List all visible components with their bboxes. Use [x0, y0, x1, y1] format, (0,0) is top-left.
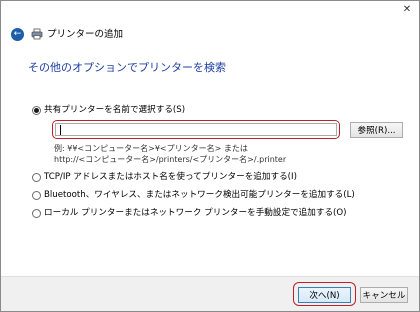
radio-selected-dot	[34, 108, 39, 113]
option-bluetooth-wireless-network[interactable]: Bluetooth、ワイヤレス、またはネットワーク検出可能プリンターを追加する(…	[32, 190, 355, 201]
close-icon[interactable]: ✕	[401, 4, 413, 16]
window-title: プリンターの追加	[47, 29, 124, 40]
option-tcpip-address[interactable]: TCP/IP アドレスまたはホスト名を使ってプリンターを追加する(I)	[32, 172, 297, 183]
main-content: その他のオプションでプリンターを検索 共有プリンターを名前で選択する(S) 参照…	[1, 47, 419, 276]
text-caret	[60, 125, 61, 135]
option-shared-printer-by-name[interactable]: 共有プリンターを名前で選択する(S)	[32, 105, 185, 116]
option-label: Bluetooth、ワイヤレス、またはネットワーク検出可能プリンターを追加する(…	[44, 190, 355, 200]
page-heading: その他のオプションでプリンターを検索	[28, 61, 226, 74]
radio-button[interactable]	[32, 209, 41, 218]
back-arrow-icon[interactable]: ←	[11, 28, 24, 41]
option-label: 共有プリンターを名前で選択する(S)	[44, 105, 186, 115]
title-bar: ✕ ← プリンターの追加	[1, 1, 419, 47]
next-button[interactable]: 次へ(N)	[298, 287, 351, 303]
option-label: TCP/IP アドレスまたはホスト名を使ってプリンターを追加する(I)	[44, 172, 297, 182]
radio-button[interactable]	[32, 106, 41, 115]
browse-button[interactable]: 参照(R)...	[350, 122, 403, 138]
option-local-manual[interactable]: ローカル プリンターまたはネットワーク プリンターを手動設定で追加する(O)	[32, 208, 347, 219]
dialog-footer: 次へ(N) キャンセル	[1, 276, 419, 311]
example-text: 例: ¥¥<コンピューター名>¥<プリンター名> または http://<コンピ…	[54, 144, 286, 165]
radio-button[interactable]	[32, 191, 41, 200]
radio-button[interactable]	[32, 173, 41, 182]
printer-path-field-highlight	[52, 120, 340, 139]
printer-path-input[interactable]	[55, 123, 337, 136]
printer-icon	[31, 28, 43, 40]
cancel-button[interactable]: キャンセル	[360, 287, 408, 303]
example-line-2: http://<コンピューター名>/printers/<プリンター名>/.pri…	[54, 154, 287, 164]
add-printer-dialog: ✕ ← プリンターの追加 その他のオプションでプリンターを検索 共有プリンターを…	[0, 0, 420, 312]
option-label: ローカル プリンターまたはネットワーク プリンターを手動設定で追加する(O)	[44, 208, 347, 218]
example-line-1: 例: ¥¥<コンピューター名>¥<プリンター名> または	[54, 144, 248, 153]
